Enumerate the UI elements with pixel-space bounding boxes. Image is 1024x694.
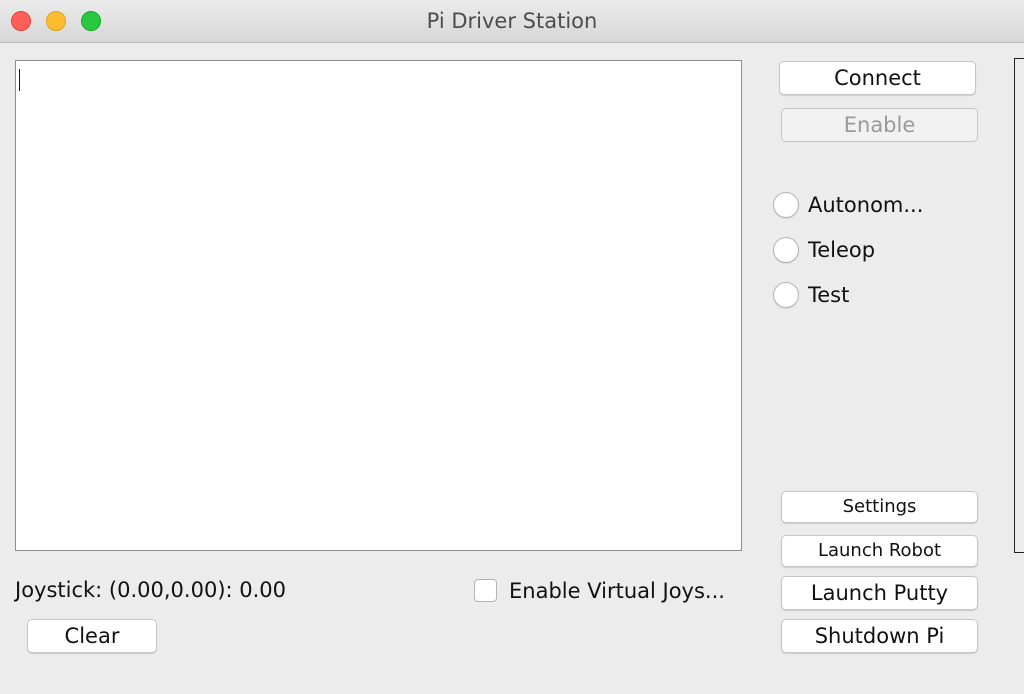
connect-button[interactable]: Connect [779,61,976,95]
enable-button[interactable]: Enable [781,108,978,142]
mode-test-label: Test [808,283,850,307]
mode-teleop-radio[interactable]: Teleop [773,237,973,265]
virtual-joystick-checkbox[interactable]: Enable Virtual Joys... [474,578,754,604]
joystick-status: Joystick: (0.00,0.00): 0.00 [15,578,287,602]
mode-autonomous-label: Autonom... [808,193,924,217]
text-cursor [19,69,20,91]
window-title: Pi Driver Station [426,9,598,33]
settings-button[interactable]: Settings [781,491,978,523]
console-textarea[interactable] [15,60,742,551]
radio-circle-icon [773,237,799,263]
mode-autonomous-radio[interactable]: Autonom... [773,192,973,220]
virtual-joystick-label: Enable Virtual Joys... [509,579,725,603]
shutdown-pi-button[interactable]: Shutdown Pi [781,619,978,653]
main-window: Pi Driver Station Connect Enable Autonom… [0,0,1024,694]
mode-teleop-label: Teleop [808,238,876,262]
checkbox-icon [474,579,497,602]
mode-test-radio[interactable]: Test [773,282,973,310]
radio-circle-icon [773,192,799,218]
launch-putty-button[interactable]: Launch Putty [781,576,978,610]
right-side-panel [1014,58,1024,553]
title-bar[interactable]: Pi Driver Station [0,0,1024,43]
radio-circle-icon [773,282,799,308]
clear-button[interactable]: Clear [27,619,157,653]
launch-robot-button[interactable]: Launch Robot [781,535,978,567]
